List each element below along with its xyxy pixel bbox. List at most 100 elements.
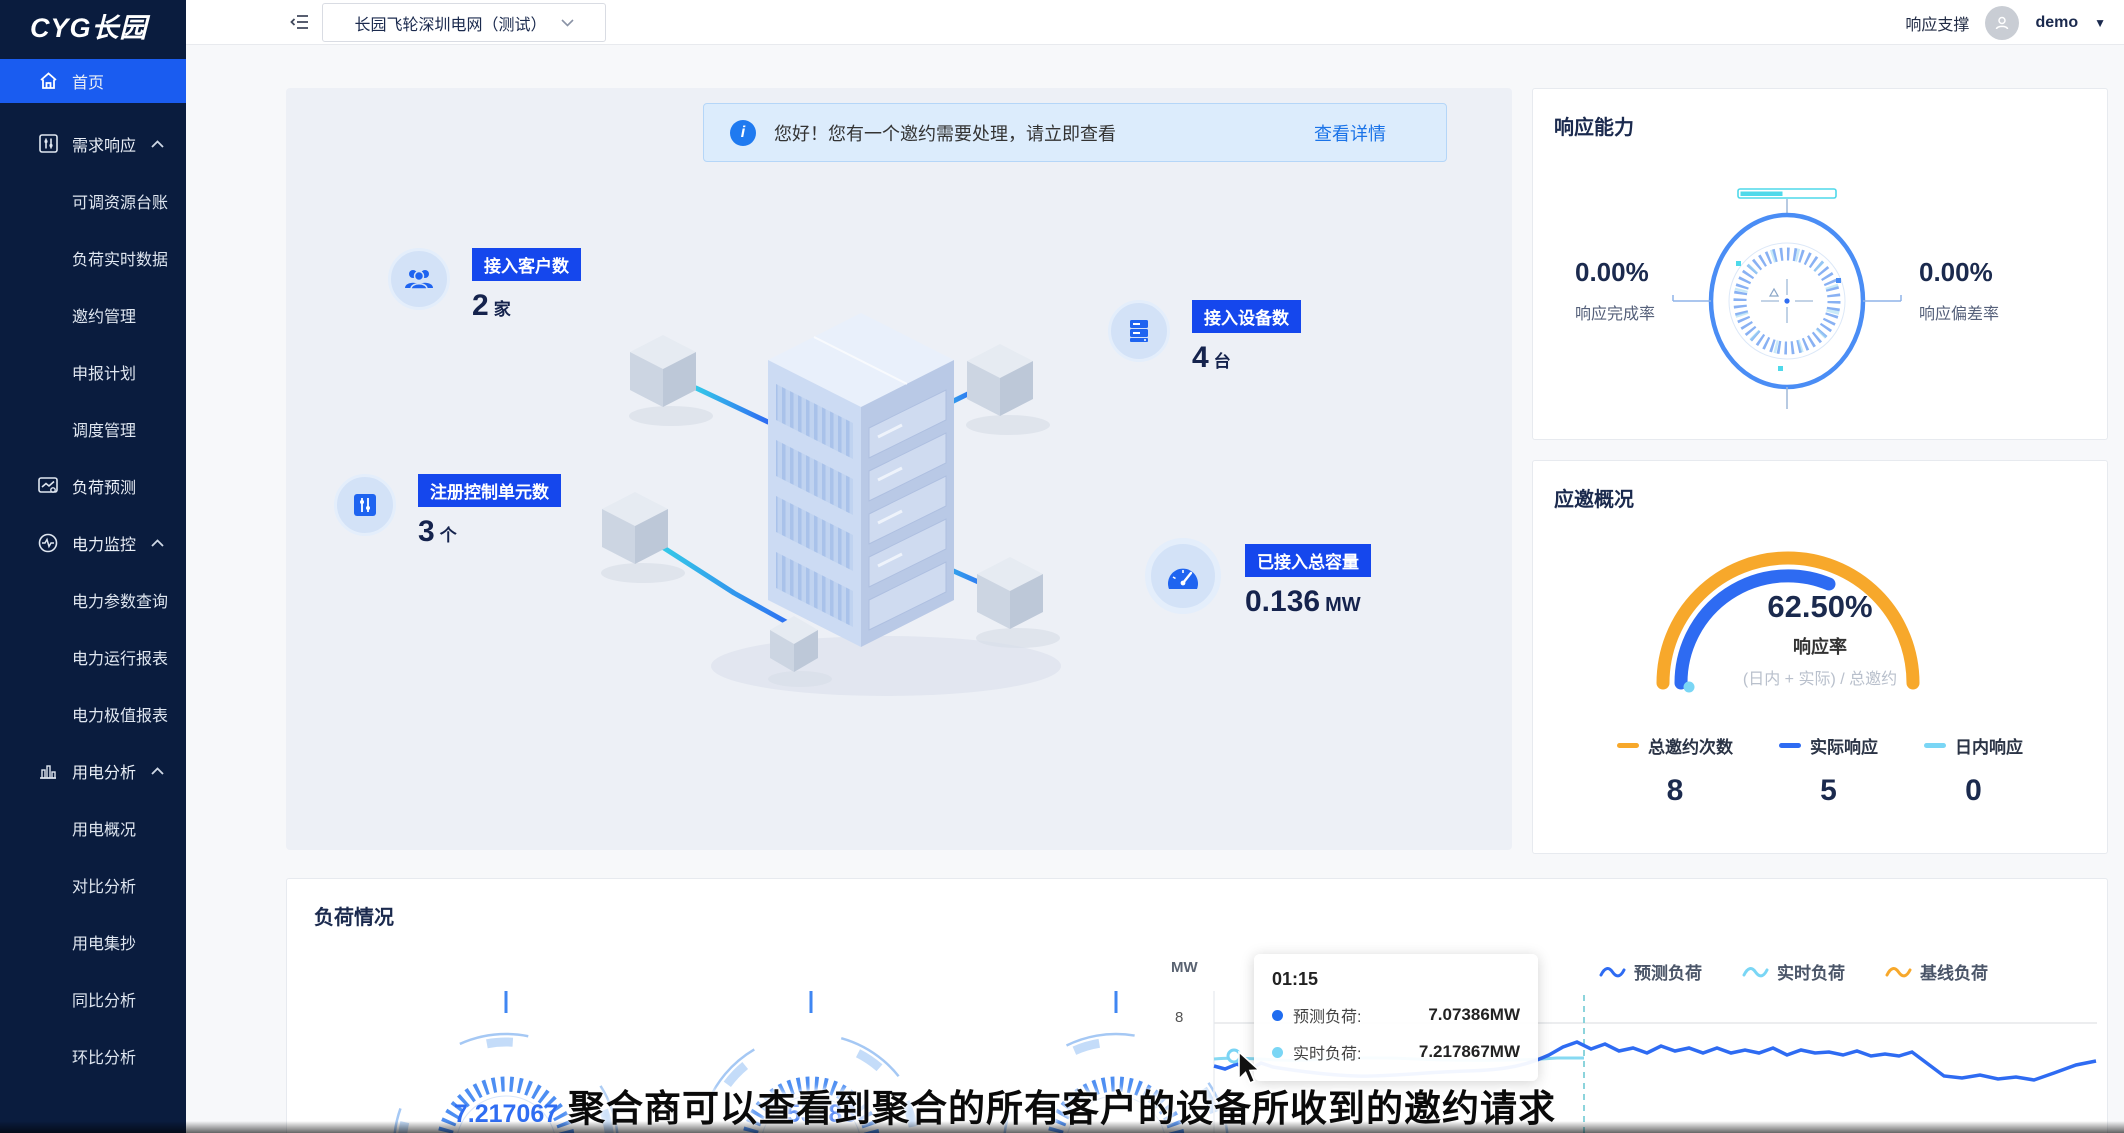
sidebar-item-electricity-overview[interactable]: 用电概况 xyxy=(0,799,186,856)
tooltip-label: 预测负荷: xyxy=(1293,1003,1361,1027)
control-unit-icon xyxy=(334,474,396,536)
stat-value: 0.136 xyxy=(1245,585,1320,618)
chevron-down-icon xyxy=(561,19,574,27)
sidebar-item-power-extreme-report[interactable]: 电力极值报表 xyxy=(0,685,186,742)
monitor-icon xyxy=(38,533,58,553)
legend-intraday-response: 日内响应 0 xyxy=(1924,733,2023,808)
tooltip-row-realtime: 实时负荷: 7.217867MW xyxy=(1272,1040,1520,1064)
user-icon xyxy=(1993,14,2011,32)
stat-value: 2 xyxy=(472,289,489,322)
sidebar-item-comparison-analysis[interactable]: 对比分析 xyxy=(0,856,186,913)
legend-forecast-load[interactable]: 预测负荷 xyxy=(1599,959,1702,984)
stat-unit: 台 xyxy=(1214,352,1231,371)
trend-icon xyxy=(38,476,58,496)
legend-value: 8 xyxy=(1667,774,1684,808)
gauge-icon xyxy=(1145,538,1221,614)
server-icon xyxy=(1108,300,1170,362)
home-icon xyxy=(38,71,58,91)
chevron-up-icon[interactable] xyxy=(151,140,164,148)
sidebar-item-invitation-management[interactable]: 邀约管理 xyxy=(0,286,186,343)
legend-realtime-load[interactable]: 实时负荷 xyxy=(1742,959,1845,984)
stat-unit: 个 xyxy=(440,526,457,545)
topbar-right: 响应支撑 demo ▼ xyxy=(1905,0,2106,45)
completion-rate-label: 响应完成率 xyxy=(1575,300,1725,324)
sidebar-item-power-monitoring[interactable]: 电力监控 xyxy=(0,514,186,571)
sidebar-item-meter-reading[interactable]: 用电集抄 xyxy=(0,913,186,970)
response-rate-value: 62.50% xyxy=(1533,589,2107,625)
sidebar-item-adjustable-resources[interactable]: 可调资源台账 xyxy=(0,172,186,229)
response-rate-formula: (日内 + 实际) / 总邀约 xyxy=(1533,665,2107,689)
cube-mid-left xyxy=(602,492,668,564)
sidebar-item-yoy-analysis[interactable]: 同比分析 xyxy=(0,970,186,1027)
sidebar-item-demand-response[interactable]: 需求响应 xyxy=(0,115,186,172)
stat-label: 接入客户数 xyxy=(472,248,581,281)
org-selector-dropdown[interactable]: 长园飞轮深圳电网（测试） xyxy=(322,3,606,42)
sidebar-item-home[interactable]: 首页 xyxy=(0,59,186,103)
info-icon: i xyxy=(730,120,756,146)
avatar[interactable] xyxy=(1985,6,2019,40)
sidebar-nav: 首页 需求响应 可调资源台账 负荷实时数据 邀约管理 申报计划 调度管理 负荷 xyxy=(0,59,186,1084)
response-rate-label: 响应率 xyxy=(1533,633,2107,659)
overview-hero-panel: i 您好！您有一个邀约需要处理，请立即查看 查看详情 接入客户数 2家 xyxy=(286,88,1512,850)
legend-baseline-load[interactable]: 基线负荷 xyxy=(1885,959,1988,984)
username[interactable]: demo xyxy=(2035,14,2078,32)
legend-label: 实际响应 xyxy=(1810,733,1878,758)
completion-rate-value: 0.00% xyxy=(1575,257,1725,288)
bar-chart-icon xyxy=(38,761,58,781)
sidebar-item-dispatch-management[interactable]: 调度管理 xyxy=(0,400,186,457)
sidebar-item-load-forecast[interactable]: 负荷预测 xyxy=(0,457,186,514)
cube-top-right xyxy=(967,344,1033,416)
users-icon xyxy=(388,248,450,310)
stat-value: 4 xyxy=(1192,341,1209,374)
deviation-rate-value: 0.00% xyxy=(1919,257,2069,288)
legend-total-invitations: 总邀约次数 8 xyxy=(1617,733,1733,808)
server-network-illustration xyxy=(286,88,1512,850)
sidebar-item-electricity-analysis[interactable]: 用电分析 xyxy=(0,742,186,799)
legend-swatch xyxy=(1924,743,1946,748)
legend-label: 基线负荷 xyxy=(1920,959,1988,984)
legend-swatch xyxy=(1779,743,1801,748)
legend-label: 总邀约次数 xyxy=(1648,733,1733,758)
chevron-up-icon[interactable] xyxy=(151,539,164,547)
deviation-rate-metric: 0.00% 响应偏差率 xyxy=(1919,257,2069,324)
legend-actual-response: 实际响应 5 xyxy=(1779,733,1878,808)
stat-devices: 接入设备数 4台 xyxy=(1108,300,1301,375)
stat-unit: MW xyxy=(1325,594,1361,616)
collapse-sidebar-icon[interactable] xyxy=(289,11,311,33)
legend-value: 5 xyxy=(1820,774,1837,808)
dot-icon xyxy=(1272,1047,1283,1058)
sidebar-item-power-operation-report[interactable]: 电力运行报表 xyxy=(0,628,186,685)
sidebar-item-power-parameter-query[interactable]: 电力参数查询 xyxy=(0,571,186,628)
sidebar-item-mom-analysis[interactable]: 环比分析 xyxy=(0,1027,186,1084)
cube-bottom-right xyxy=(977,557,1043,629)
tooltip-time: 01:15 xyxy=(1272,969,1520,990)
invitation-banner: i 您好！您有一个邀约需要处理，请立即查看 查看详情 xyxy=(703,103,1447,162)
completion-rate-metric: 0.00% 响应完成率 xyxy=(1575,257,1725,324)
response-capability-panel: 响应能力 0.00% 响应完成率 xyxy=(1532,88,2108,440)
invitation-legend: 总邀约次数 8 实际响应 5 日内响应 0 xyxy=(1533,733,2107,808)
tooltip-label: 实时负荷: xyxy=(1293,1040,1361,1064)
tooltip-value: 7.07386MW xyxy=(1428,1005,1520,1025)
tooltip-value: 7.217867MW xyxy=(1419,1042,1520,1062)
dot-icon xyxy=(1272,1010,1283,1021)
sidebar-item-declaration-plan[interactable]: 申报计划 xyxy=(0,343,186,400)
legend-label: 预测负荷 xyxy=(1634,959,1702,984)
dashboard-screen: CYG长园 首页 需求响应 可调资源台账 负荷实时数据 邀约管理 申报计划 xyxy=(0,0,2124,1133)
stat-label: 注册控制单元数 xyxy=(418,474,561,507)
invitation-overview-panel: 应邀概况 62.50% 响应率 (日内 + 实际) / 总邀约 总邀约次数 8 … xyxy=(1532,460,2108,854)
stat-label: 接入设备数 xyxy=(1192,300,1301,333)
stat-control-units: 注册控制单元数 3个 xyxy=(334,474,561,549)
stat-value: 3 xyxy=(418,515,435,548)
legend-swatch xyxy=(1617,743,1639,748)
load-chart-legend: 预测负荷 实时负荷 基线负荷 xyxy=(1599,959,1988,984)
stat-customers: 接入客户数 2家 xyxy=(388,248,581,323)
panel-title: 负荷情况 xyxy=(314,901,394,930)
view-details-link[interactable]: 查看详情 xyxy=(1314,120,1386,146)
support-link[interactable]: 响应支撑 xyxy=(1905,11,1969,35)
org-selector-value: 长园飞轮深圳电网（测试） xyxy=(354,11,546,35)
chevron-up-icon[interactable] xyxy=(151,767,164,775)
stat-label: 已接入总容量 xyxy=(1245,544,1371,577)
sidebar-item-realtime-load-data[interactable]: 负荷实时数据 xyxy=(0,229,186,286)
caret-down-icon[interactable]: ▼ xyxy=(2094,16,2106,30)
cube-top-left xyxy=(630,335,696,407)
